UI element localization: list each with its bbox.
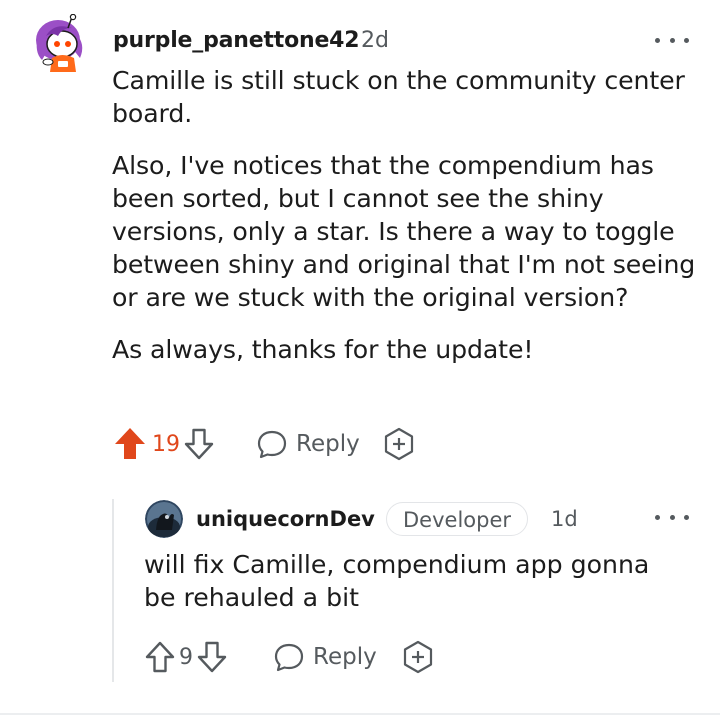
snoo-avatar-icon: [36, 14, 83, 72]
reply-label: Reply: [313, 644, 377, 670]
reply-timestamp: 1d: [551, 507, 578, 531]
award-plus-icon[interactable]: [401, 640, 435, 674]
user-avatar[interactable]: [145, 500, 183, 538]
reply-label: Reply: [296, 431, 360, 457]
reply-actions: 9 Reply: [145, 640, 435, 674]
reply-text: will fix Camille, compendium app gonna b…: [144, 550, 650, 612]
comment-paragraph: Camille is still stuck on the community …: [112, 66, 685, 128]
more-options-icon[interactable]: [655, 510, 689, 524]
thread-line[interactable]: [112, 499, 114, 682]
avatar-image: [145, 500, 183, 538]
upvote-arrow-icon[interactable]: [113, 426, 147, 462]
more-options-icon[interactable]: [655, 33, 689, 47]
comment-paragraph: Also, I've notices that the compendium h…: [112, 151, 696, 312]
reply-author[interactable]: uniquecornDev: [196, 507, 375, 531]
developer-flair: Developer: [386, 502, 529, 536]
reply-button[interactable]: Reply: [273, 641, 377, 673]
vote-count: 19: [152, 431, 180, 457]
user-avatar[interactable]: [32, 14, 88, 72]
award-plus-icon[interactable]: [382, 427, 416, 461]
comment-actions: 19 Reply: [113, 426, 416, 462]
reply-body: will fix Camille, compendium app gonna b…: [144, 548, 684, 614]
divider: [0, 713, 720, 715]
upvote-arrow-icon[interactable]: [145, 640, 175, 674]
comment-paragraph: As always, thanks for the update!: [112, 335, 534, 364]
speech-bubble-icon: [274, 643, 304, 672]
comment-body: Camille is still stuck on the community …: [112, 64, 702, 385]
downvote-arrow-icon[interactable]: [197, 640, 227, 674]
speech-bubble-icon: [257, 430, 287, 459]
downvote-arrow-icon[interactable]: [184, 427, 214, 461]
comment-timestamp: 2d: [361, 28, 389, 53]
reply-button[interactable]: Reply: [256, 428, 360, 460]
vote-count: 9: [179, 644, 193, 670]
comment-author[interactable]: purple_panettone42: [113, 28, 360, 53]
